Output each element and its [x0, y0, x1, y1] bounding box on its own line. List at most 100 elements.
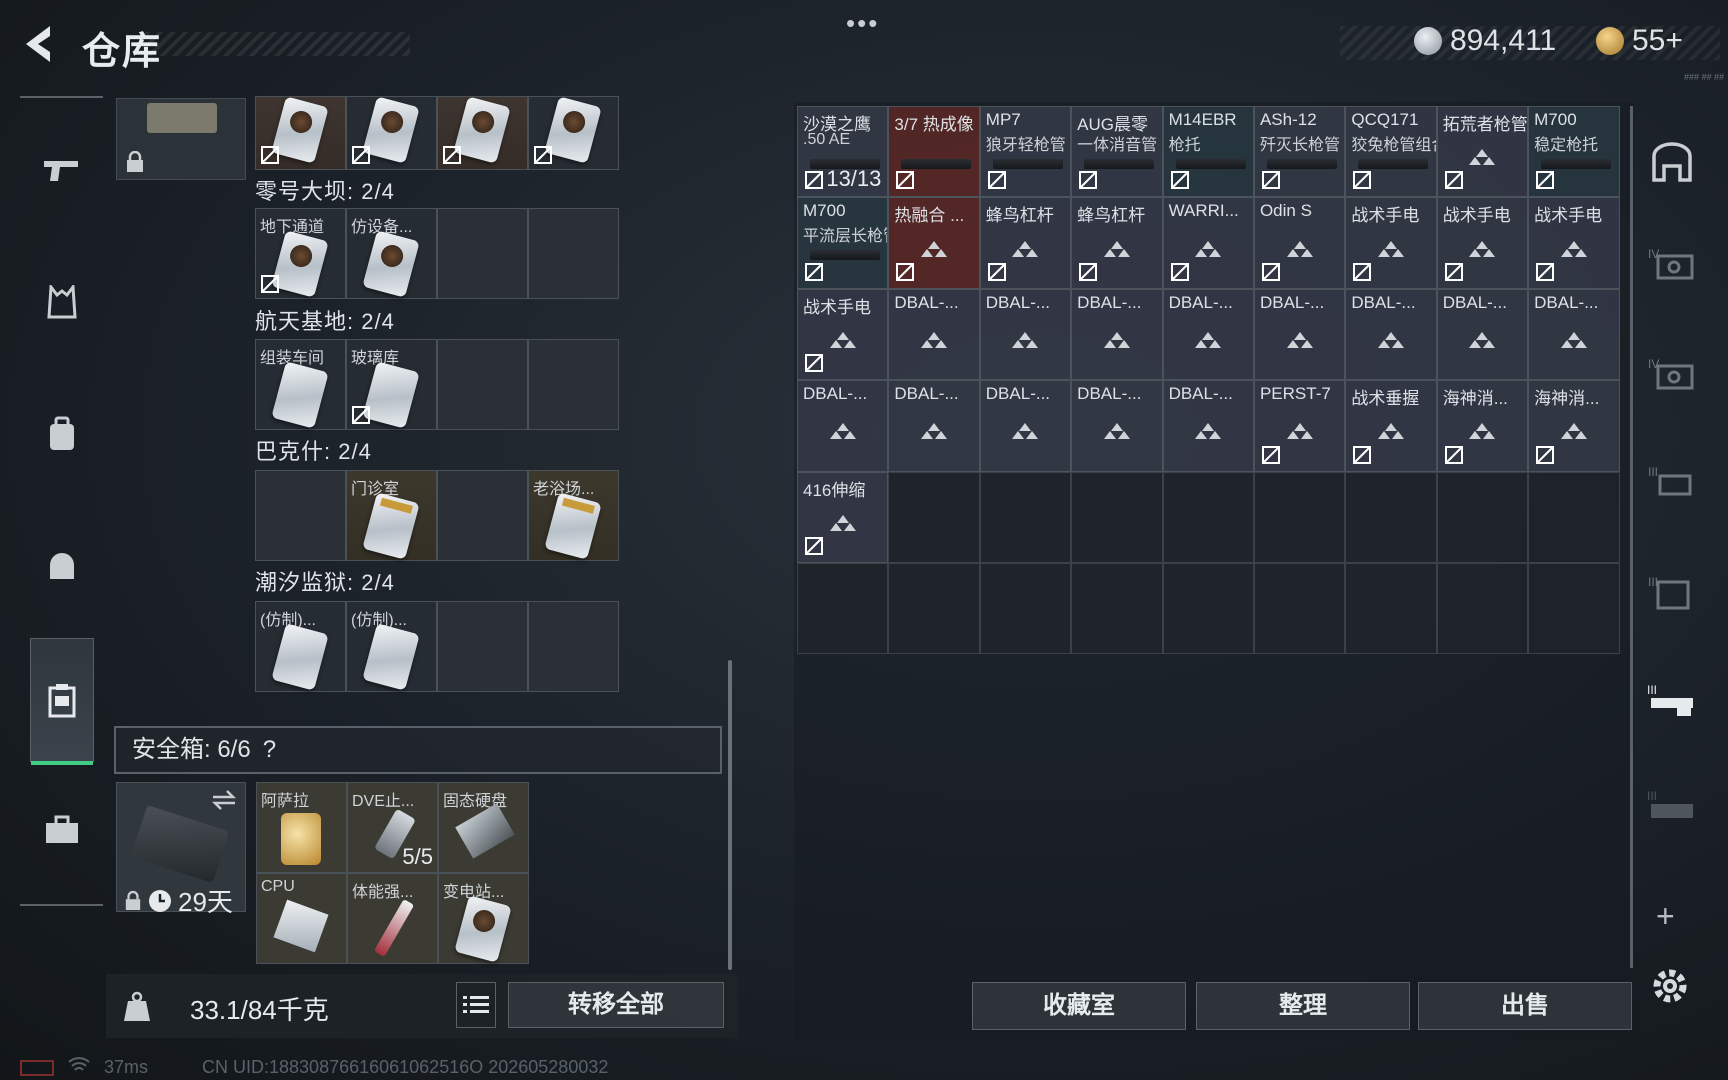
left-scrollbar[interactable]	[728, 660, 732, 970]
keycard-slot[interactable]: (仿制)...	[346, 601, 437, 692]
stash-item[interactable]: QCQ171 狡兔枪管组合	[1345, 106, 1437, 198]
stash-item[interactable]: DBAL-...	[797, 380, 889, 472]
empty-stash-slot[interactable]	[797, 562, 889, 655]
empty-stash-slot[interactable]	[1528, 562, 1620, 655]
stash-item[interactable]: M700 稳定枪托	[1528, 106, 1620, 198]
empty-slot[interactable]	[437, 208, 528, 299]
stash-item[interactable]: M700 平流层长枪管	[797, 197, 889, 289]
safebox-item[interactable]: 阿萨拉	[256, 782, 347, 873]
empty-stash-slot[interactable]	[1071, 471, 1163, 563]
stash-item[interactable]: DBAL-...	[979, 380, 1072, 472]
collection-room-button[interactable]: 收藏室	[972, 982, 1186, 1030]
keycard-slot[interactable]: 老浴场...	[528, 470, 619, 561]
empty-slot[interactable]	[528, 601, 619, 692]
sidebar-item-rig[interactable]	[32, 536, 92, 596]
stash-item[interactable]: 战术手电	[797, 288, 889, 381]
stash-item[interactable]: DBAL-...	[1162, 288, 1254, 381]
keycard-slot[interactable]	[346, 96, 437, 170]
sell-button[interactable]: 出售	[1418, 982, 1632, 1030]
safebox-item[interactable]: 变电站...	[438, 873, 529, 964]
stash-item[interactable]: DBAL-...	[1162, 380, 1254, 472]
empty-slot[interactable]	[437, 339, 528, 430]
sidebar-item-weapons[interactable]	[32, 140, 92, 200]
keycard-slot[interactable]: 地下通道	[255, 208, 346, 299]
keycard-slot[interactable]	[255, 96, 346, 170]
stash-item[interactable]: 3/7 热成像	[888, 106, 980, 198]
help-icon[interactable]: ?	[263, 736, 276, 763]
container-crate[interactable]	[116, 98, 246, 180]
empty-stash-slot[interactable]	[1436, 471, 1529, 563]
sidebar-item-briefcase[interactable]	[32, 800, 92, 860]
stash-item[interactable]: DBAL-...	[1528, 288, 1620, 381]
keycard-slot[interactable]: 组装车间	[255, 339, 346, 430]
keycard-slot[interactable]: (仿制)...	[255, 601, 346, 692]
empty-stash-slot[interactable]	[1162, 562, 1254, 655]
empty-stash-slot[interactable]	[1528, 471, 1620, 563]
stash-item[interactable]: 战术手电	[1528, 197, 1620, 289]
stash-item[interactable]: 战术垂握	[1345, 380, 1437, 472]
empty-stash-slot[interactable]	[1162, 471, 1254, 563]
keycard-slot[interactable]: 门诊室	[346, 470, 437, 561]
safebox-item[interactable]: CPU	[256, 873, 347, 964]
empty-stash-slot[interactable]	[888, 562, 980, 655]
add-stash-button[interactable]: +	[1656, 898, 1675, 935]
safebox-item[interactable]: 固态硬盘	[438, 782, 529, 873]
empty-slot[interactable]	[528, 208, 619, 299]
stash-item[interactable]: Odin S	[1253, 197, 1346, 289]
stash-item[interactable]: 416伸缩	[797, 471, 889, 563]
safebox-item[interactable]: 体能强...	[347, 873, 438, 964]
stash-item[interactable]: PERST-7	[1253, 380, 1346, 472]
empty-slot[interactable]	[255, 470, 346, 561]
sort-button[interactable]: 整理	[1196, 982, 1410, 1030]
gear-icon[interactable]	[1648, 964, 1692, 1008]
stash-item[interactable]: DBAL-...	[1071, 380, 1163, 472]
list-view-button[interactable]	[456, 982, 496, 1028]
gold-currency[interactable]: 55+	[1596, 24, 1683, 58]
stash-tab-3b[interactable]: III	[1640, 562, 1704, 622]
sidebar-item-armor[interactable]	[32, 272, 92, 332]
empty-stash-slot[interactable]	[1071, 562, 1163, 655]
stash-item[interactable]: 海神消...	[1436, 380, 1529, 472]
stash-item[interactable]: AUG晨零 一体消音管	[1071, 106, 1163, 198]
empty-stash-slot[interactable]	[1253, 471, 1346, 563]
stash-tab-3a[interactable]: III	[1640, 452, 1704, 512]
empty-stash-slot[interactable]	[1345, 562, 1437, 655]
empty-stash-slot[interactable]	[1345, 471, 1437, 563]
stash-scrollbar[interactable]	[1630, 106, 1633, 968]
stash-item[interactable]: 沙漠之鹰 .50 AE 13/13	[797, 106, 889, 198]
stash-item[interactable]: DBAL-...	[979, 288, 1072, 381]
empty-slot[interactable]	[437, 601, 528, 692]
sidebar-item-backpack[interactable]	[32, 404, 92, 464]
back-arrow-icon[interactable]	[20, 22, 60, 66]
stash-item[interactable]: 海神消...	[1528, 380, 1620, 472]
stash-item[interactable]: 战术手电	[1345, 197, 1437, 289]
transfer-all-button[interactable]: 转移全部	[508, 982, 724, 1028]
empty-stash-slot[interactable]	[888, 471, 980, 563]
stash-item[interactable]: ASh-12 歼灭长枪管	[1253, 106, 1346, 198]
stash-item[interactable]: DBAL-...	[888, 288, 980, 381]
stash-item[interactable]: MP7 狼牙轻枪管	[979, 106, 1072, 198]
sidebar-item-storage[interactable]	[30, 638, 94, 765]
stash-item[interactable]: DBAL-...	[1345, 288, 1437, 381]
safebox-item[interactable]: DVE止... 5/5	[347, 782, 438, 873]
stash-item[interactable]: WARRI...	[1162, 197, 1254, 289]
stash-tab-4b[interactable]: IV	[1640, 344, 1704, 404]
empty-stash-slot[interactable]	[979, 562, 1072, 655]
empty-stash-slot[interactable]	[1253, 562, 1346, 655]
stash-item[interactable]: M14EBR 枪托	[1162, 106, 1254, 198]
stash-tab-3c-active[interactable]: III	[1640, 670, 1704, 730]
empty-stash-slot[interactable]	[1436, 562, 1529, 655]
stash-tab-4a[interactable]: IV	[1640, 234, 1704, 294]
stash-item[interactable]: DBAL-...	[1436, 288, 1529, 381]
stash-item[interactable]: DBAL-...	[1253, 288, 1346, 381]
keycard-slot[interactable]: 仿设备...	[346, 208, 437, 299]
stash-item[interactable]: 战术手电	[1436, 197, 1529, 289]
stash-tab-3d[interactable]: III	[1640, 776, 1704, 836]
keycard-slot[interactable]: 玻璃库	[346, 339, 437, 430]
empty-stash-slot[interactable]	[979, 471, 1072, 563]
stash-item[interactable]: 拓荒者枪管	[1436, 106, 1529, 198]
empty-slot[interactable]	[437, 470, 528, 561]
stash-tab-main[interactable]	[1640, 132, 1704, 192]
stash-item[interactable]: 热融合 ...	[888, 197, 980, 289]
stash-item[interactable]: DBAL-...	[888, 380, 980, 472]
